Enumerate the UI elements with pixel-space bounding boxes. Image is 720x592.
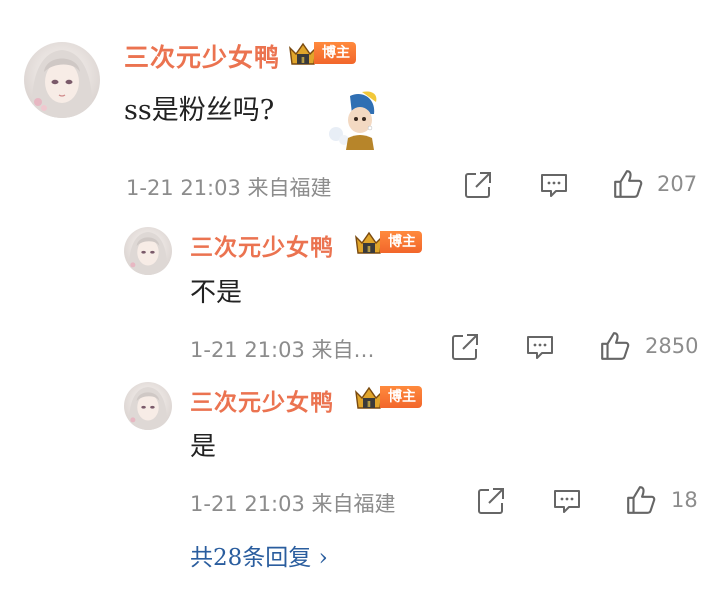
comment-icon[interactable]	[525, 332, 555, 362]
comment-text[interactable]: 不是	[190, 272, 242, 309]
share-icon[interactable]	[463, 170, 493, 200]
like-count: 2850	[645, 334, 699, 358]
like-count: 18	[671, 488, 698, 512]
like-icon[interactable]	[612, 168, 644, 200]
like-icon[interactable]	[599, 330, 631, 362]
blogger-badge: Ⅱ 博主	[354, 229, 422, 255]
badge-label: 博主	[380, 231, 422, 253]
comment-text[interactable]: 是	[190, 426, 216, 463]
blogger-badge: Ⅱ 博主	[354, 384, 422, 410]
girl-with-pearl-earring-sticker	[329, 91, 377, 150]
svg-text:Ⅱ: Ⅱ	[367, 400, 371, 409]
comment-text[interactable]: ss是粉丝吗?	[124, 88, 274, 127]
comment-icon[interactable]	[552, 486, 582, 516]
comment-meta: 1-21 21:03 来自…	[190, 338, 375, 362]
blogger-badge: Ⅱ 博主	[288, 40, 356, 66]
comment-meta: 1-21 21:03 来自福建	[190, 492, 396, 516]
comment-meta: 1-21 21:03 来自福建	[126, 176, 332, 200]
avatar[interactable]	[24, 42, 100, 118]
username[interactable]: 三次元少女鸭	[190, 228, 334, 262]
like-icon[interactable]	[625, 484, 657, 516]
share-icon[interactable]	[476, 486, 506, 516]
svg-text:Ⅱ: Ⅱ	[301, 56, 305, 65]
svg-text:Ⅱ: Ⅱ	[367, 245, 371, 254]
username[interactable]: 三次元少女鸭	[190, 383, 334, 417]
badge-label: 博主	[380, 386, 422, 408]
comment-icon[interactable]	[539, 170, 569, 200]
like-count: 207	[657, 172, 698, 196]
share-icon[interactable]	[450, 332, 480, 362]
avatar[interactable]	[124, 382, 172, 430]
username[interactable]: 三次元少女鸭	[124, 38, 280, 74]
badge-label: 博主	[314, 42, 356, 64]
more-replies-link[interactable]: 共28条回复 ›	[190, 538, 328, 572]
avatar[interactable]	[124, 227, 172, 275]
